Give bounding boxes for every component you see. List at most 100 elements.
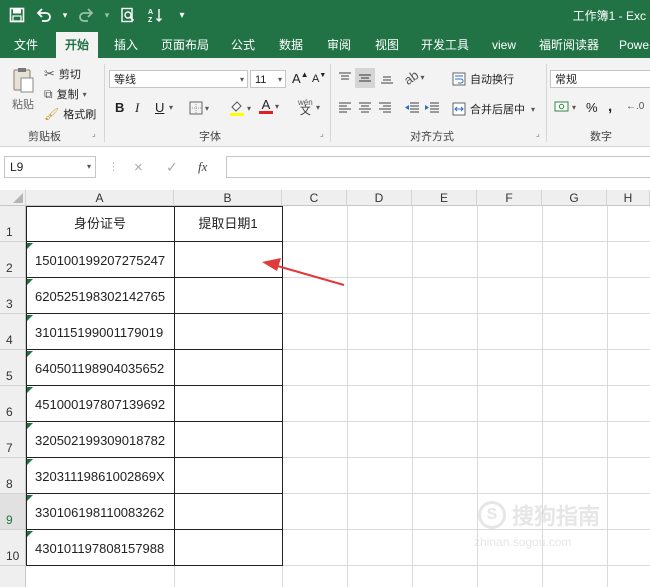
comma-button[interactable]: , xyxy=(608,98,612,115)
font-color-button[interactable]: A ▾ xyxy=(259,98,279,114)
align-middle-button[interactable] xyxy=(355,68,375,88)
undo-dropdown-icon[interactable]: ▾ xyxy=(62,6,68,24)
id-cell[interactable]: 320502199309018782 xyxy=(26,422,174,458)
orientation-button[interactable]: ab ▾ xyxy=(401,67,424,88)
font-size-select[interactable]: 11 ▾ xyxy=(250,70,286,88)
id-cell[interactable]: 150100199207275247 xyxy=(26,242,174,278)
tab-page-layout[interactable]: 页面布局 xyxy=(156,32,214,58)
borders-button[interactable]: ▾ xyxy=(189,101,209,115)
row-header-5[interactable]: 5 xyxy=(0,350,26,386)
align-top-button[interactable] xyxy=(338,71,352,85)
align-bottom-button[interactable] xyxy=(380,71,394,85)
align-left-button[interactable] xyxy=(338,101,352,115)
id-cell[interactable]: 640501198904035652 xyxy=(26,350,174,386)
number-format-select[interactable]: 常规 xyxy=(550,70,650,88)
redo-icon[interactable] xyxy=(77,6,95,24)
id-cell[interactable]: 620525198302142765 xyxy=(26,278,174,314)
row-header-4[interactable]: 4 xyxy=(0,314,26,350)
tab-foxit-reader[interactable]: 福昕阅读器 xyxy=(534,32,604,58)
column-header-e[interactable]: E xyxy=(412,190,477,206)
tab-home[interactable]: 开始 xyxy=(56,32,98,58)
id-cell[interactable]: 310115199001179019 xyxy=(26,314,174,350)
row-header-9[interactable]: 9 xyxy=(0,494,26,530)
column-header-b[interactable]: B xyxy=(174,190,282,206)
save-icon[interactable] xyxy=(8,6,26,24)
percent-button[interactable]: % xyxy=(586,100,598,115)
undo-icon[interactable] xyxy=(35,6,53,24)
column-header-h[interactable]: H xyxy=(607,190,650,206)
copy-dropdown-icon[interactable]: ▾ xyxy=(83,90,87,99)
decrease-indent-button[interactable] xyxy=(404,101,420,115)
alignment-launcher-icon[interactable]: ⌟ xyxy=(536,129,540,138)
tab-developer[interactable]: 开发工具 xyxy=(416,32,474,58)
increase-indent-button[interactable] xyxy=(424,101,440,115)
row-header-10[interactable]: 10 xyxy=(0,530,26,566)
row-header-8[interactable]: 8 xyxy=(0,458,26,494)
align-left-icon xyxy=(339,102,351,113)
insert-function-button[interactable]: fx xyxy=(198,159,207,175)
formula-input[interactable] xyxy=(226,156,650,178)
header-cell-id-number[interactable]: 身份证号 xyxy=(26,206,174,242)
font-launcher-icon[interactable]: ⌟ xyxy=(320,129,324,138)
underline-dropdown-icon[interactable]: ▾ xyxy=(169,103,173,112)
wrap-text-button[interactable]: 自动换行 xyxy=(452,71,514,87)
merge-dropdown-icon[interactable]: ▾ xyxy=(531,105,535,114)
tab-view-en[interactable]: view xyxy=(484,32,524,58)
customize-quick-access-icon[interactable]: ▾ xyxy=(173,6,191,24)
separator xyxy=(104,64,105,142)
copy-button[interactable]: ⧉ 复制 ▾ xyxy=(44,86,87,102)
wrap-text-label: 自动换行 xyxy=(470,74,514,86)
column-header-f[interactable]: F xyxy=(477,190,542,206)
clipboard-launcher-icon[interactable]: ⌟ xyxy=(92,129,96,138)
cancel-button[interactable]: × xyxy=(134,159,143,176)
bold-button[interactable]: B xyxy=(115,100,124,115)
font-name-select[interactable]: 等线 ▾ xyxy=(109,70,248,88)
tab-power[interactable]: Powe xyxy=(614,32,650,58)
tab-formulas[interactable]: 公式 xyxy=(224,32,262,58)
id-cell[interactable]: 430101197808157988 xyxy=(26,530,174,566)
row-header-11[interactable] xyxy=(0,566,26,587)
row-header-6[interactable]: 6 xyxy=(0,386,26,422)
align-right-button[interactable] xyxy=(378,101,392,115)
tab-review[interactable]: 审阅 xyxy=(320,32,358,58)
row-header-1[interactable]: 1 xyxy=(0,206,26,242)
italic-button[interactable]: I xyxy=(135,100,139,116)
name-box-dropdown-icon[interactable]: ▾ xyxy=(87,157,91,177)
row-header-2[interactable]: 2 xyxy=(0,242,26,278)
tab-view[interactable]: 视图 xyxy=(368,32,406,58)
cut-button[interactable]: ✂ 剪切 xyxy=(44,66,81,82)
header-cell-extract-date[interactable]: 提取日期1 xyxy=(174,206,282,242)
phonetic-button[interactable]: wén 文 xyxy=(298,98,313,117)
name-box[interactable]: L9 ▾ xyxy=(4,156,96,178)
print-preview-icon[interactable] xyxy=(119,6,137,24)
increase-font-size-button[interactable]: A ▲ xyxy=(292,70,309,86)
increase-decimal-button[interactable]: ←.0 xyxy=(626,101,644,112)
tab-data[interactable]: 数据 xyxy=(272,32,310,58)
accounting-format-button[interactable]: ▾ xyxy=(554,100,576,114)
redo-dropdown-icon[interactable]: ▾ xyxy=(104,6,110,24)
row-header-3[interactable]: 3 xyxy=(0,278,26,314)
tab-insert[interactable]: 插入 xyxy=(106,32,146,58)
fill-color-button[interactable]: ▾ xyxy=(229,100,251,116)
column-header-c[interactable]: C xyxy=(282,190,347,206)
paste-button[interactable]: 粘贴 xyxy=(8,66,38,116)
decrease-font-size-button[interactable]: A ▼ xyxy=(312,72,326,85)
column-header-d[interactable]: D xyxy=(347,190,412,206)
column-header-a[interactable]: A xyxy=(26,190,174,206)
phonetic-dropdown-icon[interactable]: ▾ xyxy=(316,103,320,112)
merge-center-button[interactable]: 合并后居中 ▾ xyxy=(452,101,535,117)
align-center-button[interactable] xyxy=(358,101,372,115)
sort-icon[interactable]: AZ xyxy=(146,6,164,24)
enter-button[interactable]: ✓ xyxy=(166,159,178,176)
error-indicator-icon xyxy=(27,279,33,285)
id-cell[interactable]: 330106198110083262 xyxy=(26,494,174,530)
column-header-g[interactable]: G xyxy=(542,190,607,206)
underline-button[interactable]: U xyxy=(155,100,164,115)
row-header-7[interactable]: 7 xyxy=(0,422,26,458)
id-cell[interactable]: 451000197807139692 xyxy=(26,386,174,422)
format-painter-button[interactable]: 🖌 格式刷 xyxy=(44,106,96,122)
select-all-corner[interactable] xyxy=(0,190,26,206)
id-cell[interactable]: 32031119861002869X xyxy=(26,458,174,494)
tab-file[interactable]: 文件 xyxy=(6,32,46,58)
cut-label: 剪切 xyxy=(58,69,81,81)
